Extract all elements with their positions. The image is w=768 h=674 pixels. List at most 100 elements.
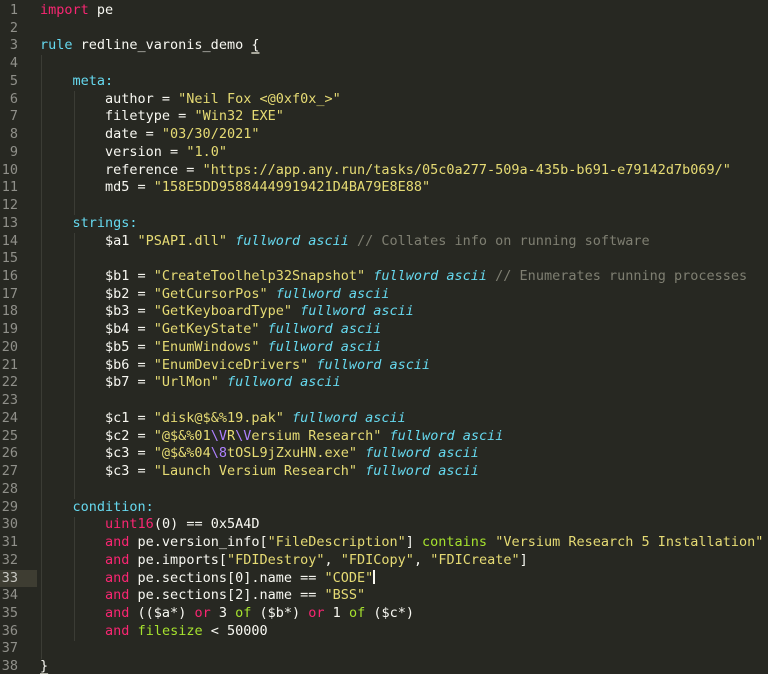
code-text [37, 20, 768, 38]
active-line-number[interactable]: 33 [0, 570, 37, 588]
code-line[interactable]: 25 $c2 = "@$&%01\VR\Versium Research" fu… [0, 428, 768, 446]
code-line[interactable]: 27 $c3 = "Launch Versium Research" fullw… [0, 463, 768, 481]
code-line[interactable]: 33 and pe.sections[0].name == "CODE" [0, 570, 768, 588]
code-line[interactable]: 13 strings: [0, 215, 768, 233]
code-text [37, 250, 768, 268]
token-pl: ($c*) [365, 605, 414, 621]
code-line[interactable]: 31 and pe.version_info["FileDescription"… [0, 534, 768, 552]
line-number[interactable]: 4 [0, 55, 37, 73]
code-text: and (($a*) or 3 of ($b*) or 1 of ($c*) [37, 605, 768, 623]
token-pl: pe.version_info[ [129, 534, 267, 550]
code-line[interactable]: 22 $b7 = "UrlMon" fullword ascii [0, 374, 768, 392]
code-line[interactable]: 35 and (($a*) or 3 of ($b*) or 1 of ($c*… [0, 605, 768, 623]
code-line[interactable]: 12 [0, 197, 768, 215]
line-number[interactable]: 25 [0, 428, 37, 446]
code-text: $b2 = "GetCursorPos" fullword ascii [37, 286, 768, 304]
code-line[interactable]: 15 [0, 250, 768, 268]
code-line[interactable]: 38} [0, 658, 768, 674]
line-number[interactable]: 34 [0, 587, 37, 605]
code-editor[interactable]: 1import pe23rule redline_varonis_demo {4… [0, 0, 768, 674]
token-pl: , [414, 552, 430, 568]
token-pl: pe.sections[2].name == [129, 587, 324, 603]
line-number[interactable]: 24 [0, 410, 37, 428]
line-number[interactable]: 26 [0, 445, 37, 463]
line-number[interactable]: 32 [0, 552, 37, 570]
token-pl: filetype = [40, 108, 194, 124]
code-line[interactable]: 3rule redline_varonis_demo { [0, 37, 768, 55]
code-line[interactable]: 17 $b2 = "GetCursorPos" fullword ascii [0, 286, 768, 304]
line-number[interactable]: 28 [0, 481, 37, 499]
line-number[interactable]: 9 [0, 144, 37, 162]
line-number[interactable]: 20 [0, 339, 37, 357]
code-line[interactable]: 1import pe [0, 2, 768, 20]
code-text: and filesize < 50000 [37, 623, 768, 641]
line-number[interactable]: 14 [0, 233, 37, 251]
token-str: "GetCursorPos" [154, 286, 268, 302]
line-number[interactable]: 19 [0, 321, 37, 339]
code-line[interactable]: 19 $b4 = "GetKeyState" fullword ascii [0, 321, 768, 339]
code-line[interactable]: 36 and filesize < 50000 [0, 623, 768, 641]
line-number[interactable]: 3 [0, 37, 37, 55]
token-pl: pe.sections[0].name == [129, 570, 324, 586]
line-number[interactable]: 18 [0, 303, 37, 321]
line-number[interactable]: 16 [0, 268, 37, 286]
code-line[interactable]: 23 [0, 392, 768, 410]
token-str: "GetKeyState" [154, 321, 260, 337]
line-number[interactable]: 37 [0, 640, 37, 658]
line-number[interactable]: 2 [0, 20, 37, 38]
token-str: "PSAPI.dll" [138, 233, 227, 249]
code-line[interactable]: 34 and pe.sections[2].name == "BSS" [0, 587, 768, 605]
token-pl: reference = [40, 162, 203, 178]
code-line[interactable]: 4 [0, 55, 768, 73]
line-number[interactable]: 29 [0, 499, 37, 517]
line-number[interactable]: 8 [0, 126, 37, 144]
code-line[interactable]: 21 $b6 = "EnumDeviceDrivers" fullword as… [0, 357, 768, 375]
line-number[interactable]: 13 [0, 215, 37, 233]
code-line[interactable]: 8 date = "03/30/2021" [0, 126, 768, 144]
line-number[interactable]: 7 [0, 108, 37, 126]
line-number[interactable]: 17 [0, 286, 37, 304]
token-pl: $b3 = [40, 303, 154, 319]
code-text: $b7 = "UrlMon" fullword ascii [37, 374, 768, 392]
code-line[interactable]: 14 $a1 "PSAPI.dll" fullword ascii // Col… [0, 233, 768, 251]
code-line[interactable]: 29 condition: [0, 499, 768, 517]
token-kw2: and [105, 605, 129, 621]
code-line[interactable]: 37 [0, 640, 768, 658]
line-number[interactable]: 22 [0, 374, 37, 392]
code-line[interactable]: 30 uint16(0) == 0x5A4D [0, 516, 768, 534]
code-line[interactable]: 18 $b3 = "GetKeyboardType" fullword asci… [0, 303, 768, 321]
code-line[interactable]: 7 filetype = "Win32 EXE" [0, 108, 768, 126]
code-text [37, 640, 768, 658]
code-line[interactable]: 26 $c3 = "@$&%04\8tOSL9jZxuHN.exe" fullw… [0, 445, 768, 463]
line-number[interactable]: 35 [0, 605, 37, 623]
line-number[interactable]: 15 [0, 250, 37, 268]
line-number[interactable]: 38 [0, 658, 37, 674]
line-number[interactable]: 10 [0, 162, 37, 180]
code-line[interactable]: 24 $c1 = "disk@$&%19.pak" fullword ascii [0, 410, 768, 428]
code-line[interactable]: 5 meta: [0, 73, 768, 91]
code-line[interactable]: 9 version = "1.0" [0, 144, 768, 162]
line-number[interactable]: 21 [0, 357, 37, 375]
line-number[interactable]: 5 [0, 73, 37, 91]
line-number[interactable]: 1 [0, 2, 37, 20]
token-pl: < 50000 [203, 623, 268, 639]
code-line[interactable]: 11 md5 = "158E5DD95884449919421D4BA79E8E… [0, 179, 768, 197]
token-str: "FDICreate" [430, 552, 519, 568]
code-line[interactable]: 6 author = "Neil Fox <@0xf0x_>" [0, 91, 768, 109]
code-line[interactable]: 2 [0, 20, 768, 38]
code-text: filetype = "Win32 EXE" [37, 108, 768, 126]
code-line[interactable]: 16 $b1 = "CreateToolhelp32Snapshot" full… [0, 268, 768, 286]
line-number[interactable]: 31 [0, 534, 37, 552]
line-number[interactable]: 11 [0, 179, 37, 197]
line-number[interactable]: 6 [0, 91, 37, 109]
token-pl [40, 552, 105, 568]
code-line[interactable]: 32 and pe.imports["FDIDestroy", "FDICopy… [0, 552, 768, 570]
line-number[interactable]: 23 [0, 392, 37, 410]
line-number[interactable]: 36 [0, 623, 37, 641]
line-number[interactable]: 12 [0, 197, 37, 215]
line-number[interactable]: 27 [0, 463, 37, 481]
code-line[interactable]: 10 reference = "https://app.any.run/task… [0, 162, 768, 180]
code-line[interactable]: 20 $b5 = "EnumWindows" fullword ascii [0, 339, 768, 357]
line-number[interactable]: 30 [0, 516, 37, 534]
code-line[interactable]: 28 [0, 481, 768, 499]
